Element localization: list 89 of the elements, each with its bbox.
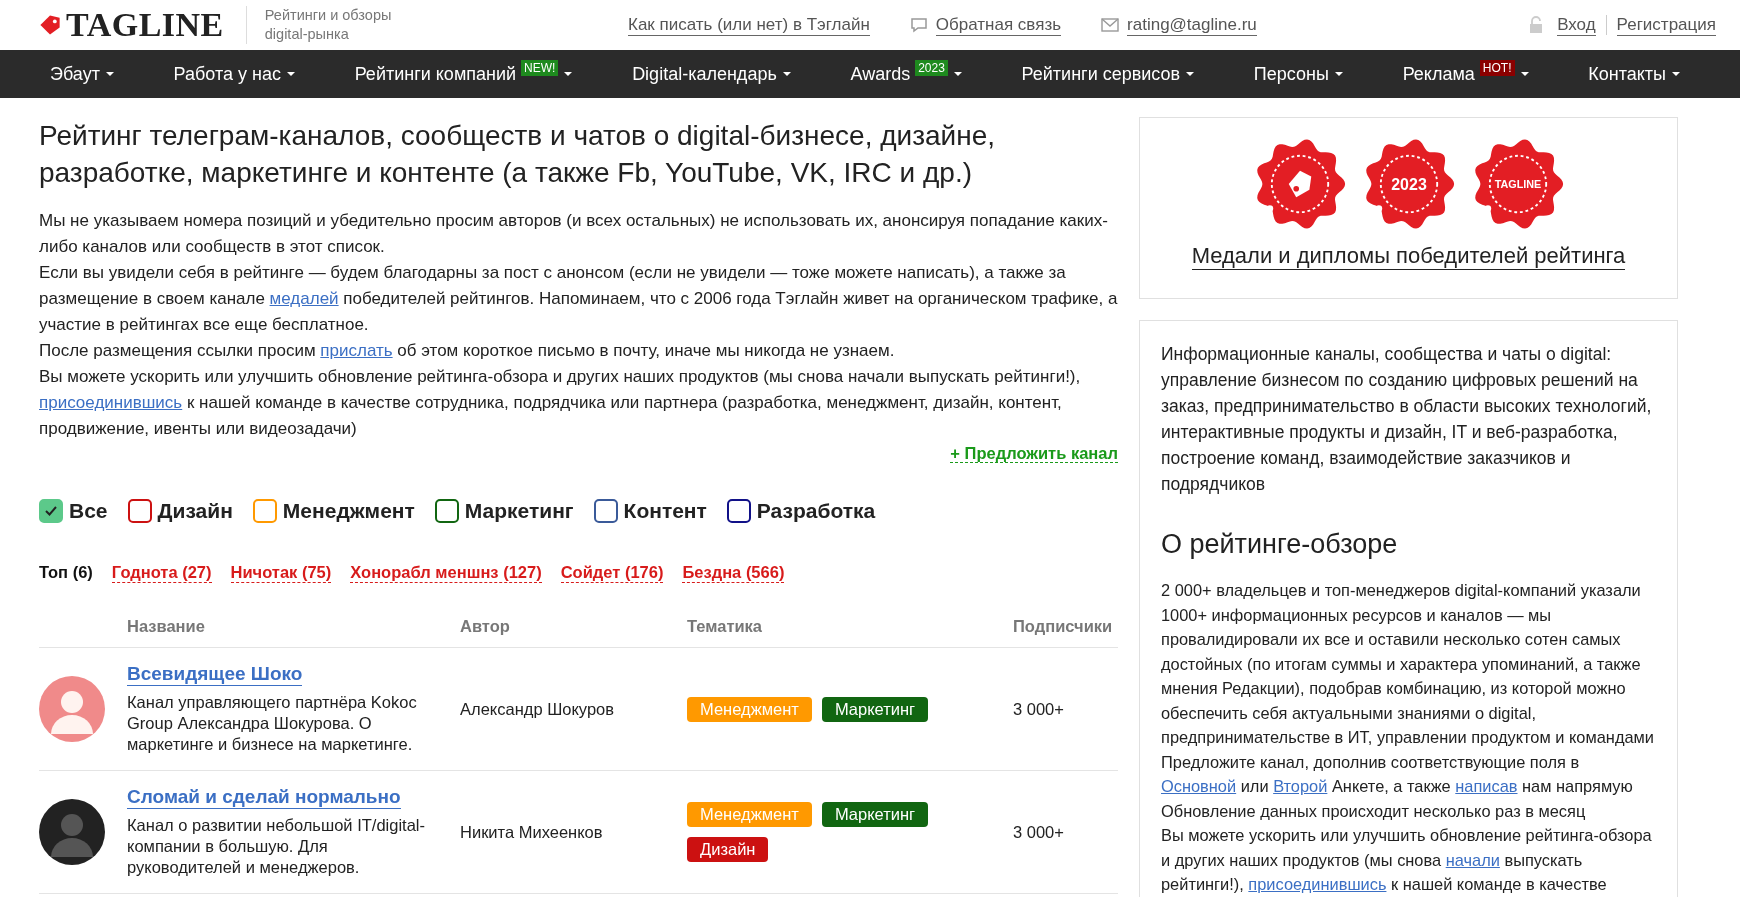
intro-paragraph: Если вы увидели себя в рейтинге — будем благодарны за пост с анонсом (если не увидели — тоже можете написать), а также за размещение в своем канале медалей победителей рейтингов. Напоминаем, что с 2006 года Тэглайн живет на органическом трафике, а участие в рейтингах все еще бесплатное.: [39, 262, 1118, 336]
logo-tag-icon: [38, 13, 62, 37]
nav-item[interactable]: Реклама: [1402, 63, 1475, 85]
intro-paragraph: Мы не указываем номера позиций и убедительно просим авторов (и всех остальных) не использовать их, анонсируя попадание каких-либо каналов или сообществ в этот список.: [39, 210, 1109, 258]
tagline-text: digital-рынка: [264, 25, 350, 44]
nav-badge: NEW!: [521, 60, 559, 76]
header-link[interactable]: rating@tagline.ru: [1127, 14, 1257, 36]
topic-tag[interactable]: Маркетинг: [821, 802, 929, 827]
column-header: Тематика: [687, 616, 764, 636]
suggest-channel-link[interactable]: + Предложить канал: [950, 444, 1118, 463]
logo-text[interactable]: TAGLINE: [66, 6, 224, 44]
caret-icon: [1186, 72, 1195, 76]
column-header: Автор: [460, 616, 511, 636]
header-link[interactable]: Как писать (или нет) в Тэглайн: [628, 14, 870, 36]
channel-description: Канал управляющего партнёра Kokoc Group Александра Шокурова. О маркетинге и бизнесе на маркетинге.: [127, 692, 418, 755]
caret-icon: [286, 72, 295, 76]
text-link[interactable]: начали: [1445, 850, 1500, 869]
nav-item[interactable]: Рейтинги компаний: [354, 63, 517, 85]
tier-tab[interactable]: Ничотак (75): [230, 563, 332, 583]
filter-label[interactable]: Маркетинг: [464, 499, 574, 523]
lock-icon: [1529, 16, 1544, 34]
channel-description: Канал о развитии небольшой IT/digital-компании в большую. Для руководителей и менеджеров.: [127, 815, 426, 878]
filter-label[interactable]: Все: [69, 499, 108, 523]
register-link[interactable]: Регистрация: [1616, 14, 1716, 36]
filter-checkbox[interactable]: [127, 499, 152, 523]
column-header: Название: [127, 616, 206, 636]
column-header: Подписчики: [1013, 616, 1114, 636]
about-paragraph: Обновление данных происходит несколько раз в месяц: [1161, 800, 1587, 822]
caret-icon: [1334, 72, 1343, 76]
login-link[interactable]: Вход: [1557, 14, 1596, 36]
topic-tag[interactable]: Дизайн: [687, 837, 769, 862]
caret-icon: [953, 72, 962, 76]
filter-checkbox[interactable]: [39, 499, 63, 523]
nav-badge: HOT!: [1479, 60, 1515, 76]
page-title: Рейтинг телеграм-каналов, сообществ и чатов о digital-бизнесе, дизайне, разработке, маркетинге и контенте (а также Fb, YouTube, VK, IRC и др.): [39, 119, 997, 190]
about-paragraph: Предложите канал, дополнив соответствующие поля в Основной или Второй Анкете, а также написав нам напрямую: [1161, 751, 1634, 797]
about-paragraph: Вы можете ускорить или улучшить обновление рейтинга-обзора и других наших продуктов (мы снова начали выпускать рейтинги!), присоединившись к нашей команде в качестве: [1161, 825, 1653, 895]
tier-tab[interactable]: Сойдет (176): [560, 563, 664, 583]
caret-icon: [564, 72, 573, 76]
text-link[interactable]: прислать: [320, 341, 393, 360]
intro-paragraph: После размещения ссылки просим прислать об этом короткое письмо в почту, иначе мы никогда не узнаем.: [39, 340, 896, 362]
filter-checkbox[interactable]: [434, 499, 459, 523]
text-link[interactable]: медалей: [269, 289, 339, 308]
filter-checkbox[interactable]: [252, 499, 277, 523]
filter-label[interactable]: Разработка: [756, 499, 876, 523]
nav-item[interactable]: Эбаут: [50, 63, 100, 85]
nav-item[interactable]: Digital-календарь: [632, 63, 777, 85]
subscribers-cell-text: 3 000+: [1013, 822, 1065, 842]
avatar-placeholder: [39, 676, 105, 742]
text-link[interactable]: присоединившись: [39, 393, 183, 412]
author-cell-text: Никита Михеенков: [460, 822, 604, 842]
caret-icon: [1671, 72, 1680, 76]
nav-item[interactable]: Персоны: [1253, 63, 1329, 85]
tier-tab[interactable]: Бездна (566): [682, 563, 785, 583]
author-cell-text: Александр Шокуров: [460, 699, 616, 719]
about-paragraph: 2 000+ владельцев и топ-менеджеров digital-компаний указали 1000+ информационных ресурсов и каналов — мы провалидировали их все и оставили несколько сотен самых достойных (по итогам суммы и характера упоминаний, а также мнения Редакции), подобрав комбинацию, из которой можно обеспечить себя актуальными знаниями о digital, предпринимательстве в ИТ, управлении продуктом и командами: [1161, 580, 1655, 748]
text-link[interactable]: присоединившись: [1248, 875, 1387, 893]
tier-tab[interactable]: Топ (6): [39, 563, 93, 583]
envelope-icon: [1101, 17, 1120, 33]
about-heading: О рейтинге-обзоре: [1161, 529, 1399, 560]
intro-paragraph: Вы можете ускорить или улучшить обновление рейтинга-обзора и других наших продуктов (мы снова начали выпускать рейтинги!), присоединившись к нашей команде в качестве сотрудника, подрядчика или партнера (разработка, менеджмент, дизайн, контент, продвижение, ивенты или видеозадачи): [39, 366, 1082, 440]
filter-label[interactable]: Дизайн: [157, 499, 233, 523]
nav-item[interactable]: Рейтинги сервисов: [1021, 63, 1181, 85]
filter-label[interactable]: Контент: [623, 499, 707, 523]
text-link[interactable]: Второй: [1273, 777, 1328, 795]
caret-icon: [1520, 72, 1529, 76]
avatar-placeholder: [39, 799, 105, 865]
text-link[interactable]: написав: [1455, 777, 1518, 795]
medals-link[interactable]: Медали и дипломы победителей рейтинга: [1191, 243, 1626, 270]
filter-label[interactable]: Менеджмент: [282, 499, 415, 523]
channel-name-link[interactable]: Сломай и сделай нормально: [127, 786, 401, 809]
tier-tab[interactable]: Годнота (27): [111, 563, 212, 583]
subscribers-cell-text: 3 000+: [1013, 699, 1065, 719]
filter-checkbox[interactable]: [593, 499, 618, 523]
filter-checkbox[interactable]: [726, 499, 751, 523]
about-lead: Информационные каналы, сообщества и чаты о digital: управление бизнесом по созданию цифровых решений на заказ, предпринимательство в области высоких технологий, интерактивные продукты и дизайн, IT и веб-разработка, построение команд, взаимодействие заказчиков и подрядчиков: [1161, 343, 1653, 496]
tagline-text: Рейтинги и обзоры: [264, 6, 392, 25]
topic-tag[interactable]: Маркетинг: [821, 696, 929, 722]
text-link[interactable]: Основной: [1161, 777, 1237, 795]
nav-item[interactable]: Awards: [850, 63, 911, 85]
caret-icon: [105, 72, 114, 76]
caret-icon: [782, 72, 791, 76]
nav-badge: 2023: [915, 60, 948, 76]
tier-tab[interactable]: Хонорабл меншнз (127): [350, 563, 542, 583]
nav-item[interactable]: Контакты: [1588, 63, 1666, 85]
header-link[interactable]: Обратная связь: [935, 14, 1062, 36]
speech-bubble-icon: [909, 17, 928, 33]
nav-item[interactable]: Работа у нас: [173, 63, 281, 85]
channel-name-link[interactable]: Всевидящее Шоко: [127, 663, 303, 686]
